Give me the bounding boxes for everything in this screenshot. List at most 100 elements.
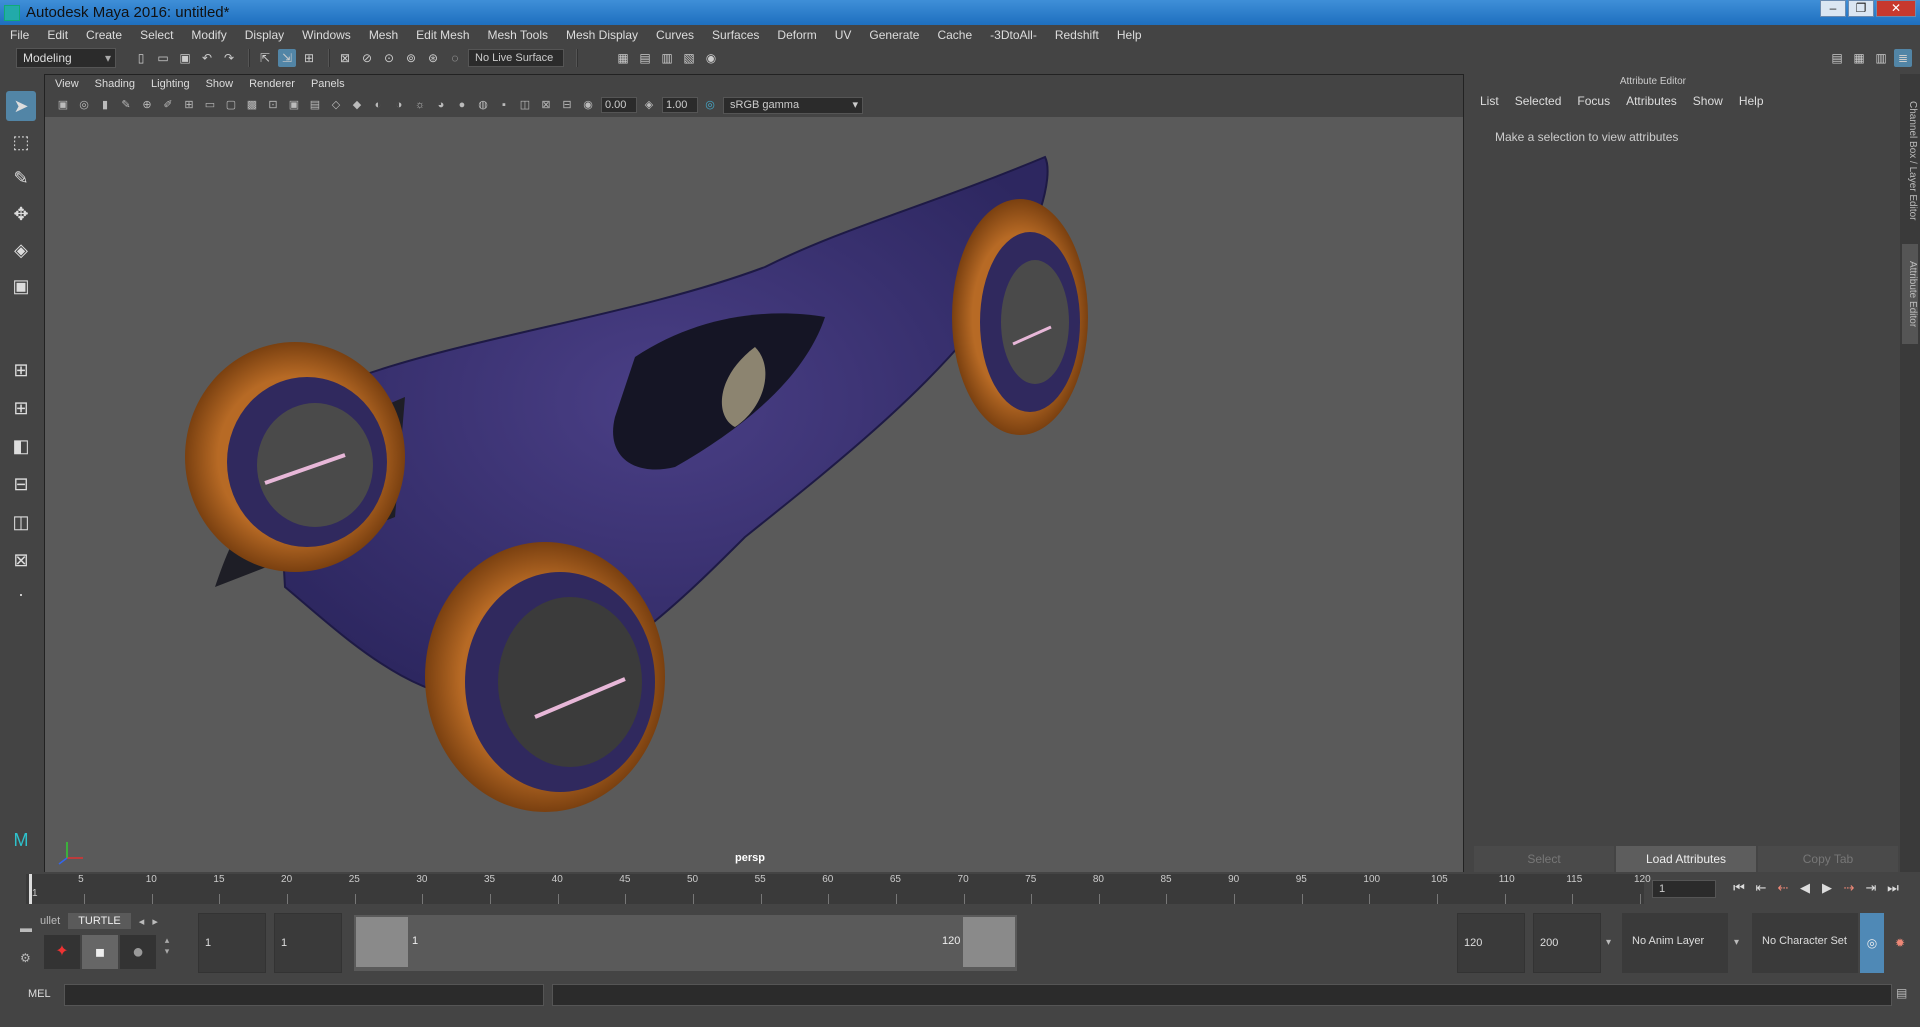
hypershade-icon[interactable]: ◉ [702, 49, 720, 67]
menu-surfaces[interactable]: Surfaces [712, 28, 759, 42]
menu-mesh[interactable]: Mesh [369, 28, 398, 42]
make-live-icon[interactable]: ◌ [446, 49, 464, 67]
textured-icon[interactable]: ◑ [391, 97, 407, 113]
snap-grid-icon[interactable]: ⊠ [336, 49, 354, 67]
playback-end-field[interactable]: 120 [1457, 913, 1525, 973]
select-tool-icon[interactable]: ➤ [6, 91, 36, 121]
exposure-icon[interactable]: ◉ [580, 97, 596, 113]
wireframe-on-shaded-icon[interactable]: ◐ [370, 97, 386, 113]
menu-uv[interactable]: UV [835, 28, 852, 42]
hypershade-layout-icon[interactable]: ◫ [6, 507, 36, 537]
vp-menu-panels[interactable]: Panels [311, 78, 345, 90]
render-settings-icon[interactable]: ▧ [680, 49, 698, 67]
grid-icon[interactable]: ⊞ [181, 97, 197, 113]
shadows-icon[interactable]: ◕ [433, 97, 449, 113]
snap-live-icon[interactable]: ⊛ [424, 49, 442, 67]
snap-view-plane-icon[interactable]: ⊚ [402, 49, 420, 67]
field-chart-icon[interactable]: ⊡ [265, 97, 281, 113]
select-component-icon[interactable]: ⊞ [300, 49, 318, 67]
safe-title-icon[interactable]: ▤ [307, 97, 323, 113]
turtle-settings-icon[interactable]: ◼ [82, 935, 118, 969]
character-set-field[interactable]: No Character Set [1752, 913, 1858, 973]
menu-set-dropdown[interactable]: Modeling [16, 47, 116, 68]
script-editor-icon[interactable]: ▤ [1896, 986, 1907, 1000]
vp-menu-show[interactable]: Show [206, 78, 234, 90]
persp-uv-icon[interactable]: ⊠ [6, 545, 36, 575]
isolate-select-icon[interactable]: ▪ [496, 97, 512, 113]
close-button[interactable]: ✕ [1876, 0, 1916, 17]
menu-select[interactable]: Select [140, 28, 173, 42]
channel-box-toggle-icon[interactable]: ≣ [1894, 48, 1912, 67]
menu-cache[interactable]: Cache [937, 28, 972, 42]
ambient-occlusion-icon[interactable]: ● [454, 97, 470, 113]
render-current-icon[interactable]: ▤ [636, 49, 654, 67]
current-time-marker[interactable] [29, 874, 32, 904]
open-scene-icon[interactable]: ▭ [154, 49, 172, 67]
gamma-icon[interactable]: ◈ [641, 97, 657, 113]
live-surface-field[interactable]: No Live Surface [468, 48, 564, 67]
film-gate-icon[interactable]: ▭ [202, 97, 218, 113]
anim-layer-field[interactable]: No Anim Layer [1622, 913, 1728, 973]
mel-command-input[interactable] [64, 984, 544, 1006]
shelf-tab-turtle[interactable]: TURTLE [68, 913, 131, 929]
shelf-menu-icon[interactable]: ▬ [20, 921, 32, 935]
redo-icon[interactable]: ↷ [220, 49, 238, 67]
menu-edit[interactable]: Edit [47, 28, 68, 42]
layout-more-icon[interactable]: · [6, 579, 36, 609]
layout-icon[interactable]: ▤ [1828, 49, 1846, 67]
vp-menu-view[interactable]: View [55, 78, 79, 90]
save-scene-icon[interactable]: ▣ [176, 49, 194, 67]
auto-key-icon[interactable]: ◎ [1860, 913, 1884, 973]
select-object-icon[interactable]: ⇲ [278, 48, 296, 67]
menu-modify[interactable]: Modify [191, 28, 226, 42]
menu-create[interactable]: Create [86, 28, 122, 42]
scale-tool-icon[interactable]: ▣ [6, 271, 36, 301]
character-set-arrow-icon[interactable]: ▾ [1734, 937, 1739, 948]
playback-start-field[interactable]: 1 [274, 913, 342, 973]
resolution-gate-icon[interactable]: ▢ [223, 97, 239, 113]
attribute-editor-tab[interactable]: Attribute Editor [1902, 244, 1918, 344]
twod-pan-icon[interactable]: ⊕ [139, 97, 155, 113]
xray-icon[interactable]: ◫ [517, 97, 533, 113]
range-end-handle[interactable] [963, 917, 1015, 967]
start-time-field[interactable]: 1 [198, 913, 266, 973]
range-slider[interactable]: 1 120 [354, 915, 1017, 971]
exposure-field[interactable]: 0.00 [601, 97, 637, 113]
attribute-editor-toggle-icon[interactable]: ▥ [1872, 49, 1890, 67]
menu-display[interactable]: Display [245, 28, 284, 42]
shelf-scroll-left-icon[interactable]: ◂ [139, 915, 145, 928]
xray-components-icon[interactable]: ⊟ [559, 97, 575, 113]
paint-select-icon[interactable]: ✎ [6, 163, 36, 193]
animation-preferences-icon[interactable]: ✹ [1888, 913, 1912, 973]
undo-icon[interactable]: ↶ [198, 49, 216, 67]
color-management-icon[interactable]: ◎ [702, 97, 718, 113]
ipr-render-icon[interactable]: ▥ [658, 49, 676, 67]
menu-3dtoall[interactable]: -3DtoAll- [990, 28, 1037, 42]
mel-label[interactable]: MEL [28, 988, 51, 1000]
ae-menu-attributes[interactable]: Attributes [1626, 94, 1677, 108]
vp-menu-renderer[interactable]: Renderer [249, 78, 295, 90]
menu-generate[interactable]: Generate [869, 28, 919, 42]
vp-menu-shading[interactable]: Shading [95, 78, 135, 90]
gate-mask-icon[interactable]: ▩ [244, 97, 260, 113]
grease-pencil-icon[interactable]: ✐ [160, 97, 176, 113]
single-perspective-icon[interactable]: ⊞ [6, 355, 36, 385]
go-to-start-icon[interactable]: ⏮ [1730, 878, 1748, 898]
menu-curves[interactable]: Curves [656, 28, 694, 42]
maximize-button[interactable]: ❐ [1848, 0, 1874, 17]
menu-redshift[interactable]: Redshift [1055, 28, 1099, 42]
rotate-tool-icon[interactable]: ◈ [6, 235, 36, 265]
step-back-key-icon[interactable]: ⇠ [1774, 878, 1792, 898]
menu-deform[interactable]: Deform [777, 28, 816, 42]
xray-joints-icon[interactable]: ⊠ [538, 97, 554, 113]
select-button[interactable]: Select [1474, 846, 1614, 872]
camera-attributes-icon[interactable]: ◎ [76, 97, 92, 113]
menu-help[interactable]: Help [1117, 28, 1142, 42]
end-time-field[interactable]: 200 [1533, 913, 1601, 973]
snap-curve-icon[interactable]: ⊘ [358, 49, 376, 67]
persp-outliner-icon[interactable]: ◧ [6, 431, 36, 461]
shelf-scroll-right-icon[interactable]: ▸ [152, 915, 158, 928]
image-plane-icon[interactable]: ✎ [118, 97, 134, 113]
camera-select-icon[interactable]: ▣ [55, 97, 71, 113]
step-forward-frame-icon[interactable]: ⇥ [1862, 878, 1880, 898]
